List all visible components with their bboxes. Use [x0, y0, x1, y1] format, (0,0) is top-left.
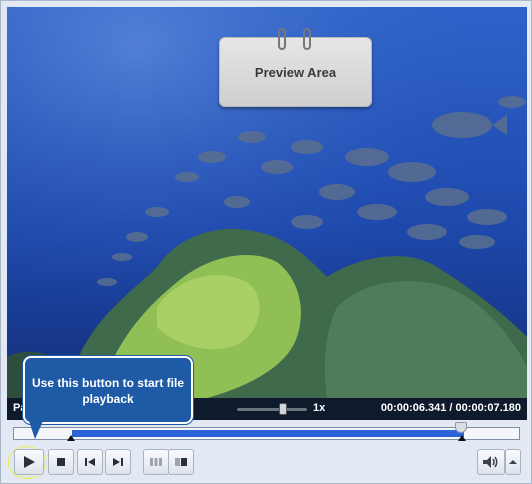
preview-area-text: Preview Area	[254, 64, 337, 80]
volume-button[interactable]	[477, 449, 505, 475]
skip-back-icon	[85, 458, 95, 466]
split-view-button[interactable]	[143, 449, 169, 475]
time-separator: /	[449, 402, 453, 414]
selection-start-marker[interactable]	[67, 435, 75, 441]
binder-ring-icon	[303, 28, 311, 50]
timeline-scrubber[interactable]	[13, 422, 520, 441]
preview-area-label: Preview Area	[219, 28, 372, 107]
total-time: 00:00:07.180	[455, 402, 521, 414]
timeline-selection	[72, 430, 464, 437]
chevron-up-icon	[509, 460, 517, 464]
play-button[interactable]	[14, 449, 44, 475]
speaker-icon	[483, 456, 498, 468]
skip-forward-icon	[113, 458, 123, 466]
play-button-tooltip: Use this button to start file playback	[23, 356, 193, 424]
stop-icon	[57, 458, 65, 466]
speed-slider-track[interactable]	[237, 408, 307, 411]
columns-icon	[150, 458, 162, 466]
selection-end-marker[interactable]	[458, 435, 466, 441]
timecode: 00:00:06.341 / 00:00:07.180	[381, 402, 521, 414]
video-preview: Preview Area	[7, 7, 527, 398]
split-icon	[175, 458, 187, 466]
playhead-handle[interactable]	[455, 422, 467, 433]
volume-dropdown-button[interactable]	[505, 449, 521, 475]
tooltip-text: Use this button to start file playback	[31, 376, 184, 406]
media-player: Preview Area Pa 1x 00:00:06.341 / 00:00:…	[0, 0, 532, 484]
stop-button[interactable]	[48, 449, 74, 475]
tooltip-pointer	[29, 421, 43, 439]
next-frame-button[interactable]	[105, 449, 131, 475]
speed-value: 1x	[313, 402, 326, 414]
speed-slider-handle[interactable]	[279, 403, 287, 415]
play-icon	[24, 456, 35, 468]
binder-ring-icon	[278, 28, 286, 50]
compare-view-button[interactable]	[168, 449, 194, 475]
previous-frame-button[interactable]	[77, 449, 103, 475]
current-time: 00:00:06.341	[380, 402, 447, 414]
